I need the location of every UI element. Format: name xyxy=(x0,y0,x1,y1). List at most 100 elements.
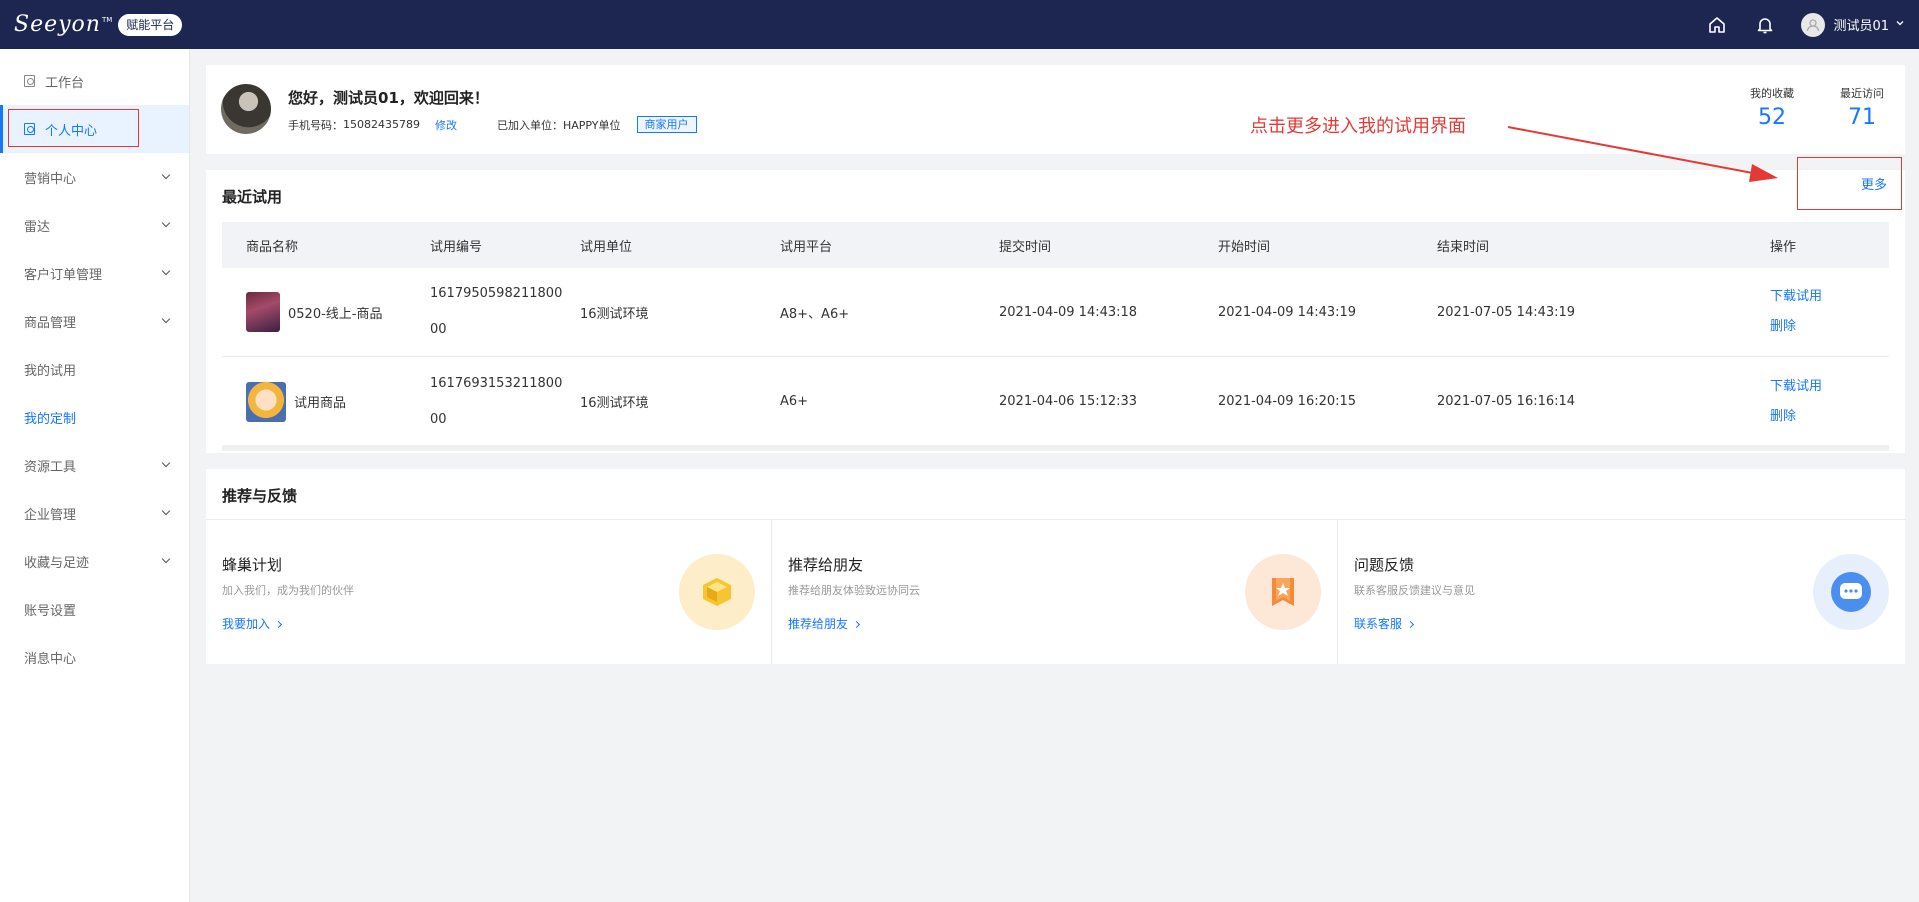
feedback-title: 推荐与反馈 xyxy=(222,487,298,505)
column-header: 提交时间 xyxy=(999,239,1052,255)
sidebar-item-label: 我的定制 xyxy=(24,411,77,427)
home-icon[interactable] xyxy=(1705,13,1729,37)
sidebar-item-label: 收藏与足迹 xyxy=(24,555,90,571)
recent-trials-card: 最近试用 商品名称 试用编号 试用单位 试用平台 提交时间 开始时间 结束时间 … xyxy=(206,170,1905,453)
sidebar-item-enterprise[interactable]: 企业管理 xyxy=(0,489,189,537)
trial-serial-line: 1617693153211800 xyxy=(430,375,563,391)
sidebar-item-label: 资源工具 xyxy=(24,459,77,475)
trial-platform: A8+、A6+ xyxy=(780,306,850,322)
chevron-down-icon xyxy=(161,218,171,228)
trial-platform: A6+ xyxy=(780,394,809,409)
chevron-down-icon xyxy=(161,554,171,564)
delete-link[interactable]: 删除 xyxy=(1770,312,1870,342)
trial-serial: 1617950598211800 00 xyxy=(430,283,580,341)
platform-badge: 赋能平台 xyxy=(118,13,183,36)
profile-card: 您好，测试员01，欢迎回来！ 手机号码： 15082435789 修改 已加入单… xyxy=(206,65,1905,154)
recent-visits-stat[interactable]: 最近访问 71 xyxy=(1840,85,1884,130)
sidebar-item-label: 营销中心 xyxy=(24,171,77,187)
favorites-stat[interactable]: 我的收藏 52 xyxy=(1750,85,1794,130)
username-label[interactable]: 测试员01 xyxy=(1833,15,1889,34)
sidebar-item-workbench[interactable]: 工作台 xyxy=(0,57,189,105)
annotation-highlight-box xyxy=(8,109,139,147)
bell-icon[interactable] xyxy=(1753,13,1777,37)
sidebar-item-my-trials[interactable]: 我的试用 xyxy=(0,345,189,393)
sidebar-item-account-settings[interactable]: 账号设置 xyxy=(0,585,189,633)
feedback-item-recommend: 推荐给朋友 推荐给朋友体验致远协同云 推荐给朋友 xyxy=(772,520,1338,664)
top-bar: Seeyon TM 赋能平台 测试员01 xyxy=(0,0,1919,49)
sidebar: 工作台 个人中心 营销中心 雷达 客户订单管理 商品管理 我的试用 我的定制 资… xyxy=(0,49,190,902)
product-cell[interactable]: 0520-线上-商品 xyxy=(222,292,430,332)
chevron-down-icon xyxy=(161,314,171,324)
sidebar-item-label: 账号设置 xyxy=(24,603,77,619)
feedback-item-name: 推荐给朋友 xyxy=(788,556,864,574)
sidebar-item-messages[interactable]: 消息中心 xyxy=(0,633,189,681)
sidebar-item-marketing[interactable]: 营销中心 xyxy=(0,153,189,201)
trial-unit: 16测试环境 xyxy=(580,306,649,322)
feedback-item-hive: 蜂巢计划 加入我们，成为我们的伙伴 我要加入 xyxy=(206,520,772,664)
end-time: 2021-07-05 16:16:14 xyxy=(1437,394,1576,409)
sidebar-item-customer-orders[interactable]: 客户订单管理 xyxy=(0,249,189,297)
download-trial-link[interactable]: 下载试用 xyxy=(1770,372,1870,402)
edit-phone-link[interactable]: 修改 xyxy=(435,117,457,133)
sidebar-item-label: 客户订单管理 xyxy=(24,267,103,283)
product-name: 试用商品 xyxy=(294,396,347,411)
sidebar-item-label: 工作台 xyxy=(45,75,85,91)
end-time: 2021-07-05 14:43:19 xyxy=(1437,304,1576,320)
delete-link[interactable]: 删除 xyxy=(1770,402,1870,432)
join-link[interactable]: 我要加入 xyxy=(222,615,283,632)
recommend-link[interactable]: 推荐给朋友 xyxy=(788,615,861,632)
column-header: 操作 xyxy=(1770,239,1797,255)
chevron-right-icon xyxy=(852,620,861,629)
start-time: 2021-04-09 14:43:19 xyxy=(1218,304,1357,320)
product-thumbnail xyxy=(246,381,286,422)
row-actions: 下载试用 删除 xyxy=(1770,282,1870,342)
trial-serial-line: 00 xyxy=(430,411,447,427)
feedback-item-desc: 加入我们，成为我们的伙伴 xyxy=(222,584,354,597)
download-trial-link[interactable]: 下载试用 xyxy=(1770,282,1870,312)
sidebar-item-label: 企业管理 xyxy=(24,507,77,523)
column-header: 开始时间 xyxy=(1218,239,1271,255)
chevron-right-icon xyxy=(1406,620,1415,629)
favorites-count: 52 xyxy=(1758,105,1786,130)
more-link[interactable]: 更多 xyxy=(1861,174,1887,193)
chevron-down-icon xyxy=(161,458,171,468)
sidebar-item-favorites-history[interactable]: 收藏与足迹 xyxy=(0,537,189,585)
chevron-down-icon xyxy=(161,266,171,276)
welcome-message: 您好，测试员01，欢迎回来！ xyxy=(288,89,489,107)
trial-serial-line: 00 xyxy=(430,322,447,337)
sidebar-item-products[interactable]: 商品管理 xyxy=(0,297,189,345)
star-bookmark-icon xyxy=(1245,554,1321,630)
sidebar-item-label: 我的试用 xyxy=(24,363,77,379)
recent-visits-count: 71 xyxy=(1848,105,1876,130)
chevron-down-icon xyxy=(161,506,171,516)
recent-trials-table: 商品名称 试用编号 试用单位 试用平台 提交时间 开始时间 结束时间 操作 05… xyxy=(222,222,1889,446)
chevron-right-icon xyxy=(274,620,283,629)
trial-serial: 1617693153211800 00 xyxy=(430,373,580,431)
sidebar-item-label: 雷达 xyxy=(24,219,51,235)
unit-label: 已加入单位： xyxy=(496,118,563,132)
contact-support-label: 联系客服 xyxy=(1354,617,1403,631)
phone-label: 手机号码： xyxy=(288,118,343,132)
recommend-link-label: 推荐给朋友 xyxy=(788,617,849,631)
profile-info-row: 手机号码： 15082435789 修改 已加入单位： HAPPY单位 商家用户 xyxy=(288,116,697,133)
seeyon-logo[interactable]: Seeyon TM 赋能平台 xyxy=(14,12,183,37)
horizontal-scrollbar[interactable] xyxy=(222,445,1889,451)
join-link-label: 我要加入 xyxy=(222,617,271,631)
avatar[interactable] xyxy=(221,84,271,134)
product-cell[interactable]: 试用商品 xyxy=(222,381,430,422)
chevron-down-icon[interactable] xyxy=(1895,17,1905,32)
recent-visits-label: 最近访问 xyxy=(1840,87,1884,100)
feedback-item-desc: 联系客服反馈建议与意见 xyxy=(1354,584,1475,597)
logo-trademark: TM xyxy=(101,16,113,24)
sidebar-item-label: 消息中心 xyxy=(24,651,77,667)
submit-time: 2021-04-09 14:43:18 xyxy=(999,304,1138,320)
logo-text: Seeyon xyxy=(14,12,101,37)
user-avatar-icon[interactable] xyxy=(1801,12,1826,37)
sidebar-item-radar[interactable]: 雷达 xyxy=(0,201,189,249)
contact-support-link[interactable]: 联系客服 xyxy=(1354,615,1415,632)
feedback-item-desc: 推荐给朋友体验致远协同云 xyxy=(788,584,920,597)
sidebar-item-my-customization[interactable]: 我的定制 xyxy=(0,393,189,441)
sidebar-item-resource-tools[interactable]: 资源工具 xyxy=(0,441,189,489)
feedback-item-feedback: 问题反馈 联系客服反馈建议与意见 联系客服 xyxy=(1338,520,1905,664)
recent-trials-title: 最近试用 xyxy=(222,188,283,206)
